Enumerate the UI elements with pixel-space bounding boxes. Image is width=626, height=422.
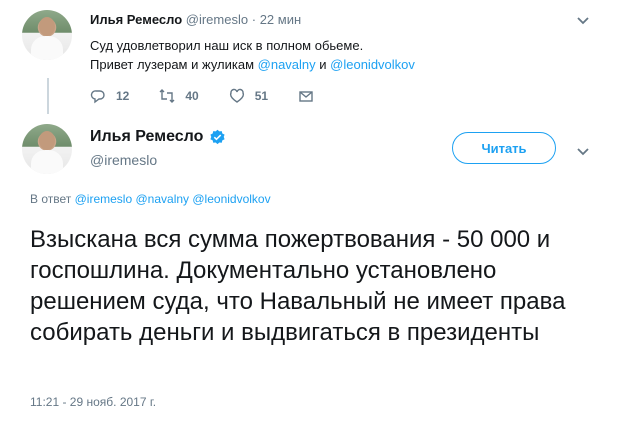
- mention-navalny[interactable]: @navalny: [258, 57, 316, 72]
- like-button[interactable]: 51: [229, 88, 268, 104]
- main-tweet-text: Взыскана вся сумма пожертвования - 50 00…: [30, 226, 566, 346]
- parent-line-2: Привет лузерам и жуликам @navalny и @leo…: [90, 55, 415, 74]
- reply-count: 12: [116, 89, 130, 103]
- main-avatar[interactable]: [22, 124, 72, 174]
- verified-badge-icon: [210, 129, 225, 144]
- reply-prefix: В ответ: [30, 192, 72, 206]
- reply-mention[interactable]: @navalny: [135, 192, 189, 206]
- parent-author-name[interactable]: Илья Ремесло: [90, 12, 182, 27]
- parent-tweet-header: Илья Ремесло @iremeslo · 22 мин: [90, 12, 301, 27]
- retweet-count: 40: [185, 89, 199, 103]
- like-count: 51: [254, 89, 269, 103]
- main-author-name[interactable]: Илья Ремесло: [90, 128, 203, 146]
- retweet-icon: [159, 89, 175, 103]
- reply-button[interactable]: 12: [90, 88, 129, 104]
- reply-icon: [90, 90, 105, 104]
- dm-button[interactable]: [298, 88, 324, 104]
- like-icon: [229, 88, 244, 103]
- thread-connector: [47, 78, 49, 114]
- reply-mention[interactable]: @leonidvolkov: [192, 192, 270, 206]
- parent-tweet-time[interactable]: 22 мин: [260, 12, 301, 27]
- follow-button[interactable]: Читать: [452, 132, 556, 164]
- main-author-handle[interactable]: @iremeslo: [90, 152, 157, 168]
- parent-author-handle[interactable]: @iremeslo: [186, 12, 248, 27]
- main-author: Илья Ремесло: [90, 128, 226, 146]
- retweet-button[interactable]: 40: [159, 88, 199, 104]
- parent-line-2-text: Привет лузерам и жуликам: [90, 57, 258, 72]
- parent-actions: 12 40 51: [90, 88, 354, 104]
- dm-icon: [299, 91, 313, 102]
- reply-context: В ответ @iremeslo @navalny @leonidvolkov: [30, 192, 271, 206]
- header-separator: ·: [251, 12, 257, 27]
- mention-leonidvolkov[interactable]: @leonidvolkov: [330, 57, 415, 72]
- main-tweet-date[interactable]: 11:21 - 29 нояб. 2017 г.: [30, 395, 156, 409]
- chevron-down-icon[interactable]: [577, 12, 589, 28]
- parent-avatar[interactable]: [22, 10, 72, 60]
- parent-line-1: Суд удовлетворил наш иск в полном обьеме…: [90, 38, 364, 53]
- parent-tweet-text: Суд удовлетворил наш иск в полном обьеме…: [90, 36, 415, 74]
- chevron-down-icon[interactable]: [577, 143, 589, 159]
- reply-mention[interactable]: @iremeslo: [75, 192, 133, 206]
- parent-conj: и: [315, 57, 331, 72]
